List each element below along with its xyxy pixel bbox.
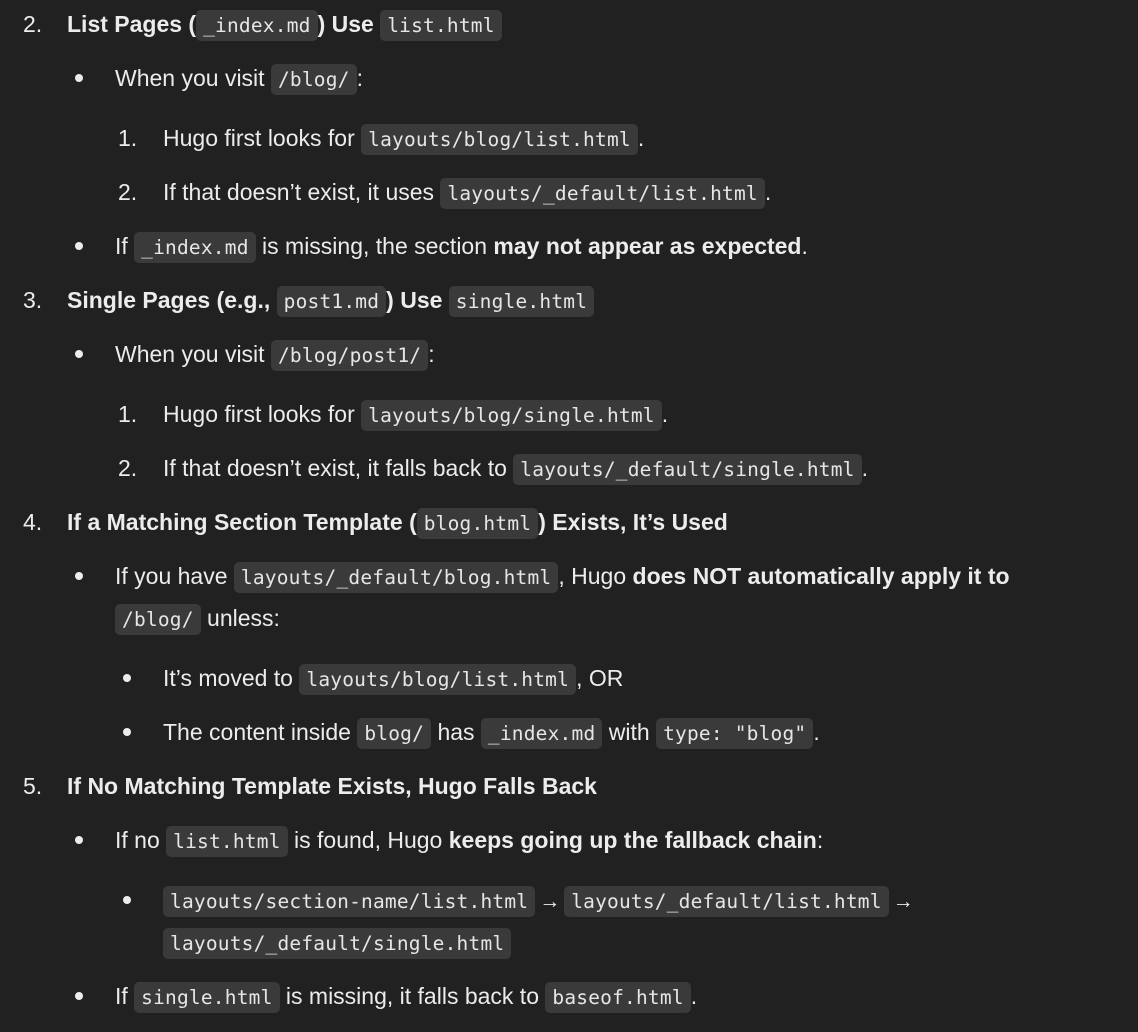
bullet-text: When you visit /blog/post1/: (115, 340, 435, 371)
bullet-icon (75, 572, 83, 580)
bullet-icon (75, 350, 83, 358)
heading-text: If No Matching Template Exists, Hugo Fal… (67, 773, 597, 799)
arrow-right-icon: → (892, 890, 914, 913)
code-path: layouts/_default/single.html (163, 928, 512, 959)
sub-list-text: Hugo first looks for layouts/blog/list.h… (163, 124, 644, 155)
bullet-icon (123, 728, 131, 736)
code-path: /blog/ (115, 604, 201, 635)
heading-text: ) Use (386, 287, 443, 313)
list-item-text: List Pages (_index.md) Use list.html (67, 10, 502, 41)
code-path: layouts/_default/list.html (564, 886, 889, 917)
code-index-md: _index.md (134, 232, 256, 263)
list-number: 4. (23, 509, 43, 535)
code-type: type: "blog" (656, 718, 814, 749)
code-index-md: _index.md (196, 10, 318, 41)
heading-text: ) Use (317, 11, 374, 37)
sub-bullet-text: The content inside blog/ has _index.md w… (163, 718, 820, 749)
code-list-html: list.html (166, 826, 288, 857)
code-path: layouts/blog/single.html (361, 400, 662, 431)
list-item-text: Single Pages (e.g., post1.md) Use single… (67, 286, 595, 317)
bullet-icon (75, 836, 83, 844)
list-number: 5. (23, 773, 43, 799)
bullet-text: If no list.html is found, Hugo keeps goi… (115, 826, 823, 857)
list-number: 2. (23, 11, 43, 37)
code-path: layouts/blog/list.html (299, 664, 577, 695)
code-baseof-html: baseof.html (545, 982, 691, 1013)
code-single-html: single.html (448, 286, 595, 317)
code-single-html: single.html (134, 982, 280, 1013)
sub-list-text: If that doesn’t exist, it uses layouts/_… (163, 178, 771, 209)
list-item-text: If No Matching Template Exists, Hugo Fal… (67, 772, 597, 800)
sub-bullet-text: It’s moved to layouts/blog/list.html, OR (163, 664, 623, 695)
code-path: layouts/blog/list.html (361, 124, 638, 155)
heading-text: Single Pages (e.g., (67, 287, 271, 313)
fallback-chain: layouts/section-name/list.html → layouts/_… (163, 886, 918, 917)
arrow-right-icon: → (539, 890, 561, 913)
bullet-icon (123, 896, 131, 904)
bullet-text: When you visit /blog/: (115, 64, 363, 95)
bullet-text: /blog/ unless: (115, 604, 280, 635)
code-blog-html: blog.html (416, 508, 539, 539)
heading-text: If a Matching Section Template ( (67, 509, 417, 535)
sub-list-text: Hugo first looks for layouts/blog/single… (163, 400, 668, 431)
list-number: 2. (118, 179, 138, 205)
heading-text: ) Exists, It’s Used (538, 509, 728, 535)
list-number: 3. (23, 287, 43, 313)
code-path: /blog/post1/ (270, 340, 429, 371)
heading-text: List Pages ( (67, 11, 197, 37)
fallback-chain: layouts/_default/single.html (163, 928, 512, 959)
list-number: 2. (118, 455, 138, 481)
code-path: layouts/_default/single.html (513, 454, 862, 485)
list-number: 1. (118, 401, 138, 427)
bullet-text: If _index.md is missing, the section may… (115, 232, 808, 263)
code-index-md: _index.md (480, 718, 603, 749)
sub-list-text: If that doesn’t exist, it falls back to … (163, 454, 868, 485)
code-path: blog/ (357, 718, 432, 749)
code-list-html: list.html (380, 10, 502, 41)
bullet-icon (75, 992, 83, 1000)
bullet-icon (75, 74, 83, 82)
bullet-text: If single.html is missing, it falls back… (115, 982, 697, 1013)
bullet-icon (75, 242, 83, 250)
list-number: 1. (118, 125, 138, 151)
list-item-text: If a Matching Section Template (blog.htm… (67, 508, 728, 539)
code-post1-md: post1.md (276, 286, 387, 317)
code-path: layouts/_default/list.html (440, 178, 765, 209)
code-path: layouts/_default/blog.html (233, 562, 559, 593)
code-path: /blog/ (270, 64, 357, 95)
bullet-icon (123, 674, 131, 682)
code-path: layouts/section-name/list.html (163, 886, 536, 917)
bullet-text: If you have layouts/_default/blog.html, … (115, 562, 1010, 593)
